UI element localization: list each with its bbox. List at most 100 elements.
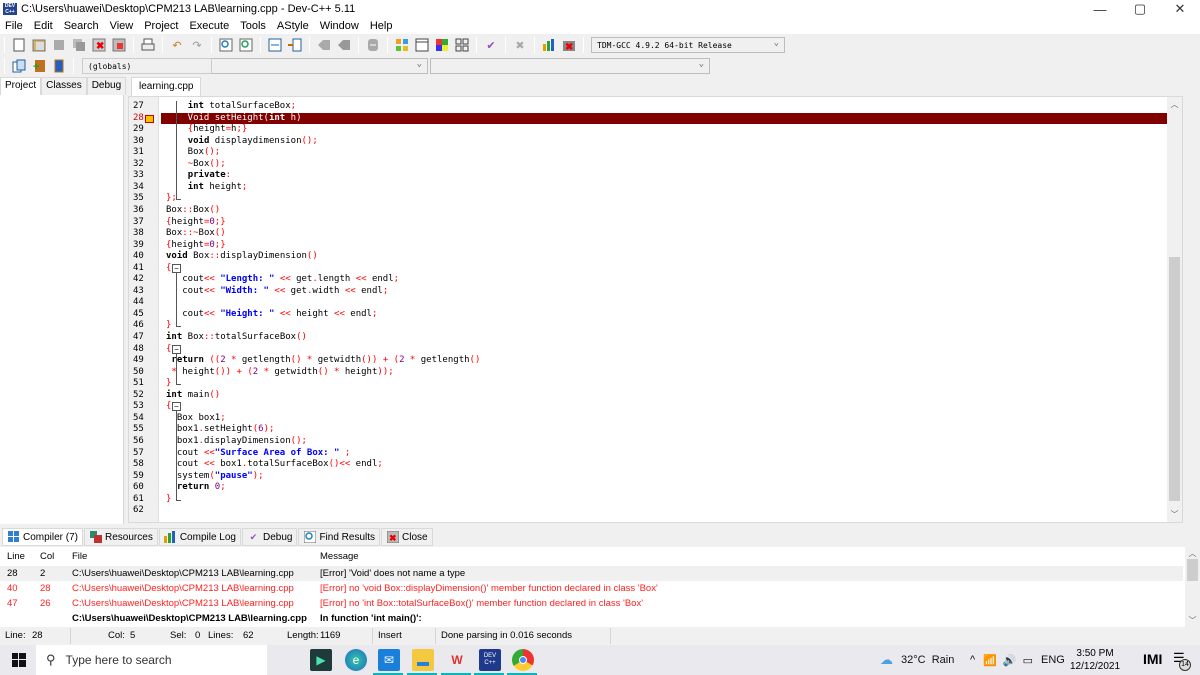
close-all-icon[interactable] [111, 37, 127, 53]
code-line[interactable]: 35}; [129, 193, 1169, 205]
menu-search[interactable]: Search [64, 20, 99, 32]
menu-window[interactable]: Window [320, 20, 359, 32]
line-number[interactable]: 51 [133, 378, 153, 390]
wps-icon[interactable]: W [446, 649, 468, 671]
editor-scroll-thumb[interactable] [1169, 257, 1180, 501]
line-number[interactable]: 43 [133, 286, 153, 298]
line-number[interactable]: 46 [133, 320, 153, 332]
code-line[interactable]: 48 { [129, 344, 1169, 356]
replace-icon[interactable] [238, 37, 254, 53]
new-file-icon[interactable] [11, 37, 27, 53]
open-icon[interactable] [31, 37, 47, 53]
project-options-icon[interactable] [414, 37, 430, 53]
print-icon[interactable] [140, 37, 156, 53]
devcpp-icon[interactable]: DEV C++ [479, 649, 501, 671]
line-number[interactable]: 52 [133, 390, 153, 402]
table-row[interactable]: 47 26 C:\Users\huawei\Desktop\CPM213 LAB… [0, 596, 1183, 611]
table-row[interactable]: 40 28 C:\Users\huawei\Desktop\CPM213 LAB… [0, 581, 1183, 596]
line-number[interactable]: 54 [133, 413, 153, 425]
volume-icon[interactable]: 🔊 [1003, 654, 1017, 667]
code-line[interactable]: 47 int Box::totalSurfaceBox() [129, 332, 1169, 344]
line-number[interactable]: 59 [133, 471, 153, 483]
code-line[interactable]: 50 * height()) + (2 * getwidth() * heigh… [129, 367, 1169, 379]
line-number[interactable]: 30 [133, 136, 153, 148]
line-number[interactable]: 37 [133, 217, 153, 229]
code-line[interactable]: 51} [129, 378, 1169, 390]
line-number[interactable]: 56 [133, 436, 153, 448]
line-number[interactable]: 49 [133, 355, 153, 367]
meet-now-icon[interactable]: IMI [1143, 651, 1162, 667]
table-row[interactable]: 28 2 C:\Users\huawei\Desktop\CPM213 LAB\… [0, 566, 1183, 581]
line-number[interactable]: 31 [133, 147, 153, 159]
code-line[interactable]: 37 {height=0;} [129, 217, 1169, 229]
close-button[interactable]: ✕ [1160, 0, 1200, 18]
toggle-breakpoint-icon[interactable]: + [31, 58, 47, 74]
line-number[interactable]: 45 [133, 309, 153, 321]
edge-icon[interactable]: e [345, 649, 367, 671]
line-number[interactable]: 55 [133, 424, 153, 436]
messages-vertical-scrollbar[interactable]: ︿ ﹀ [1185, 547, 1200, 627]
minimize-button[interactable]: — [1080, 0, 1120, 18]
code-line[interactable]: 41 { [129, 263, 1169, 275]
code-line[interactable]: 44 [129, 297, 1169, 309]
line-number[interactable]: 60 [133, 482, 153, 494]
line-number[interactable]: 58 [133, 459, 153, 471]
code-line[interactable]: 28 Void setHeight(int h) [129, 112, 1174, 125]
code-line[interactable]: 60 return 0; [129, 482, 1169, 494]
menu-execute[interactable]: Execute [189, 20, 229, 32]
code-line[interactable]: 45 cout<< "Height: " << height << endl; [129, 309, 1169, 321]
goto-definition-icon[interactable] [51, 58, 67, 74]
code-line[interactable]: 53 { [129, 401, 1169, 413]
line-number[interactable]: 34 [133, 182, 153, 194]
code-editor[interactable]: 27 int totalSurfaceBox; 28 Void setHeight… [128, 96, 1183, 523]
code-line[interactable]: 36 Box::Box() [129, 205, 1169, 217]
code-line[interactable]: 29 {height=h;} [129, 124, 1169, 136]
code-line[interactable]: 39 {height=0;} [129, 240, 1169, 252]
line-number[interactable]: 57 [133, 448, 153, 460]
header-col[interactable]: Col [40, 549, 54, 564]
line-number[interactable]: 41 [133, 263, 153, 275]
code-line[interactable]: 31 Box(); [129, 147, 1169, 159]
clock[interactable]: 3:50 PM 12/12/2021 [1070, 647, 1120, 673]
line-number[interactable]: 33 [133, 170, 153, 182]
code-line[interactable]: 43 cout<< "Width: " << get.width << endl… [129, 286, 1169, 298]
mail-icon[interactable]: ✉ [378, 649, 400, 671]
line-number[interactable]: 62 [133, 505, 153, 517]
undo-icon[interactable]: ↶ [169, 37, 185, 53]
stop-icon[interactable]: ✖ [512, 37, 528, 53]
unindent-icon[interactable] [287, 37, 303, 53]
menu-edit[interactable]: Edit [34, 20, 53, 32]
table-row[interactable]: C:\Users\huawei\Desktop\CPM213 LAB\learn… [0, 611, 1183, 626]
code-line[interactable]: 52 int main() [129, 390, 1169, 402]
close-file-icon[interactable]: ✖ [91, 37, 107, 53]
code-line[interactable]: 30 void displaydimension(); [129, 136, 1169, 148]
compile-run-icon[interactable] [454, 37, 470, 53]
line-number[interactable]: 53 [133, 401, 153, 413]
check-syntax-icon[interactable]: ✔ [483, 37, 499, 53]
line-number[interactable]: 44 [133, 297, 153, 309]
tab-debug-output[interactable]: ✔ Debug [241, 528, 298, 546]
line-number[interactable]: 47 [133, 332, 153, 344]
line-number[interactable]: 61 [133, 494, 153, 506]
code-line[interactable]: 49 return ((2 * getlength() * getwidth()… [129, 355, 1169, 367]
goto-prev-icon[interactable] [316, 37, 332, 53]
line-number[interactable]: 36 [133, 205, 153, 217]
code-line[interactable]: 56 box1.displayDimension(); [129, 436, 1169, 448]
code-line[interactable]: 38 Box::~Box() [129, 228, 1169, 240]
new-project-icon[interactable] [394, 37, 410, 53]
code-line[interactable]: 34 int height; [129, 182, 1169, 194]
line-number[interactable]: 32 [133, 159, 153, 171]
language-indicator[interactable]: ENG [1041, 654, 1065, 666]
messages-scroll-thumb[interactable] [1187, 559, 1198, 581]
tab-resources[interactable]: Resources [84, 528, 158, 546]
tab-classes[interactable]: Classes [41, 77, 87, 95]
tab-compiler[interactable]: Compiler (7) [2, 528, 84, 546]
code-line[interactable]: 57 cout <<"Surface Area of Box: " ; [129, 448, 1169, 460]
code-line[interactable]: 59 system("pause"); [129, 471, 1169, 483]
scope-select-dropdown[interactable]: ⌄ [212, 58, 428, 74]
header-line[interactable]: Line [7, 549, 25, 564]
line-number[interactable]: 48 [133, 344, 153, 356]
code-line[interactable]: 54 Box box1; [129, 413, 1169, 425]
code-line[interactable]: 58 cout << box1.totalSurfaceBox()<< endl… [129, 459, 1169, 471]
maximize-button[interactable]: ▢ [1120, 0, 1160, 18]
